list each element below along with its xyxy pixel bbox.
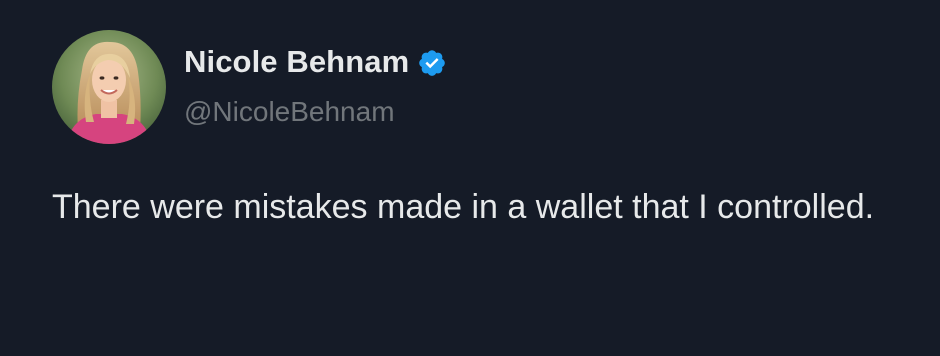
tweet-card: Nicole Behnam @NicoleBehnam There were m… [0, 0, 940, 356]
tweet-text: There were mistakes made in a wallet tha… [52, 188, 875, 226]
author-name-row: Nicole Behnam [184, 44, 447, 80]
author-avatar[interactable] [52, 30, 166, 144]
profile-photo-icon [52, 30, 166, 144]
author-display-name[interactable]: Nicole Behnam [184, 44, 409, 80]
verified-badge-icon [417, 48, 447, 78]
author-handle[interactable]: @NicoleBehnam [184, 96, 395, 128]
